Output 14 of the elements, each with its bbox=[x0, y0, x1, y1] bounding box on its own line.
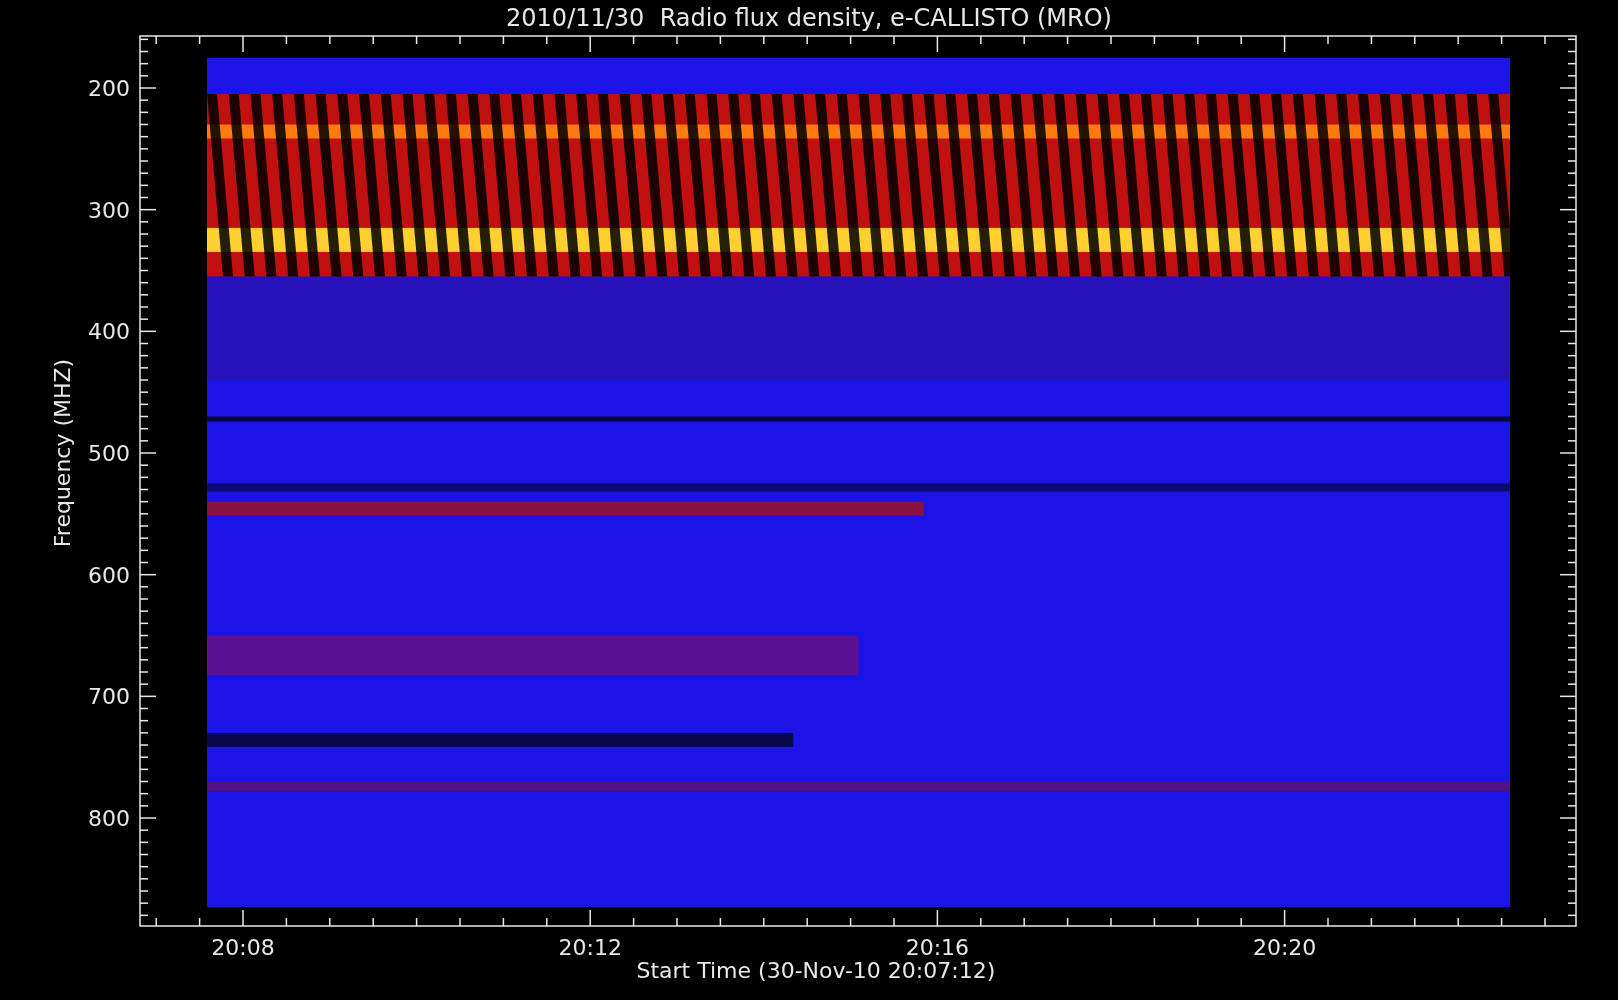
x-tick-label: 20:08 bbox=[211, 935, 275, 960]
x-tick-label: 20:12 bbox=[558, 935, 622, 960]
chart-title: 2010/11/30 Radio flux density, e-CALLISTO (MRO) bbox=[506, 4, 1112, 32]
y-tick-label: 700 bbox=[88, 684, 130, 710]
y-axis-label: Frequency (MHZ) bbox=[50, 358, 75, 548]
x-tick-label: 20:20 bbox=[1252, 935, 1317, 960]
y-tick-label: 500 bbox=[88, 441, 130, 466]
y-tick-label: 200 bbox=[88, 76, 130, 101]
x-axis-label: Start Time (30-Nov-10 20:07:12) bbox=[636, 958, 996, 983]
y-tick-label: 400 bbox=[88, 319, 130, 345]
x-tick-label: 20:16 bbox=[905, 935, 970, 960]
y-tick-label: 800 bbox=[88, 806, 130, 831]
y-tick-label: 300 bbox=[88, 197, 130, 223]
y-tick-label: 600 bbox=[88, 562, 130, 588]
